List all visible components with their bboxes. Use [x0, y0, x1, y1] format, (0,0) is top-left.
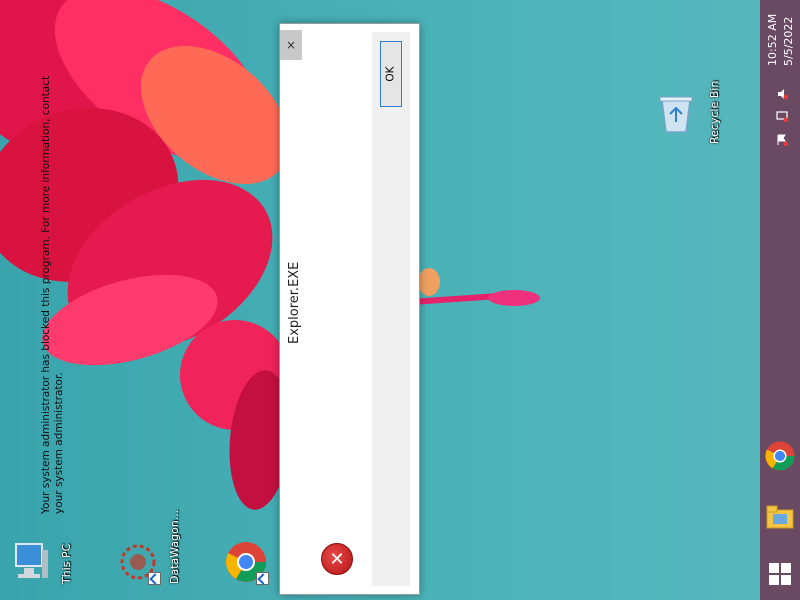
error-icon: ✕: [321, 543, 353, 575]
start-icon[interactable]: [768, 562, 792, 586]
message-dialog: × Explorer.EXE: [279, 23, 420, 595]
ok-label: OK: [385, 66, 397, 82]
clock-time[interactable]: 10:52 AM: [766, 14, 779, 66]
dialog-title-bar: × Explorer.EXE: [280, 24, 310, 594]
recycle-bin-icon: [659, 96, 693, 133]
dialog-message: Your system administrator has blocked th…: [40, 75, 65, 514]
shortcut-arrow-icon: [148, 572, 161, 585]
file-explorer-icon[interactable]: [765, 502, 795, 532]
recycle-bin-shortcut[interactable]: Recycle Bin: [656, 81, 726, 148]
volume-muted-icon[interactable]: [776, 88, 788, 100]
ok-button[interactable]: OK: [380, 41, 402, 107]
recycle-bin-label: Recycle Bin: [708, 80, 721, 144]
dialog-footer: [372, 32, 410, 586]
action-center-flag-icon[interactable]: [776, 134, 788, 146]
this-pc-label: This PC: [60, 543, 73, 584]
close-icon: ×: [285, 38, 297, 52]
this-pc-shortcut[interactable]: This PC: [10, 540, 73, 588]
chrome-taskbar-icon[interactable]: [764, 440, 796, 472]
dialog-content: [312, 32, 370, 586]
clock-date[interactable]: 5/5/2022: [782, 17, 795, 66]
datawagon-shortcut[interactable]: DataWagon...: [116, 510, 186, 588]
shortcut-arrow-icon: [256, 572, 269, 585]
datawagon-label: DataWagon...: [168, 509, 181, 584]
close-button[interactable]: ×: [280, 30, 302, 60]
this-pc-icon: [15, 543, 48, 578]
network-error-icon[interactable]: [776, 110, 788, 122]
dialog-title: Explorer.EXE: [287, 261, 302, 344]
taskbar: 10:52 AM 5/5/2022: [760, 0, 800, 600]
chrome-shortcut[interactable]: [224, 540, 274, 588]
